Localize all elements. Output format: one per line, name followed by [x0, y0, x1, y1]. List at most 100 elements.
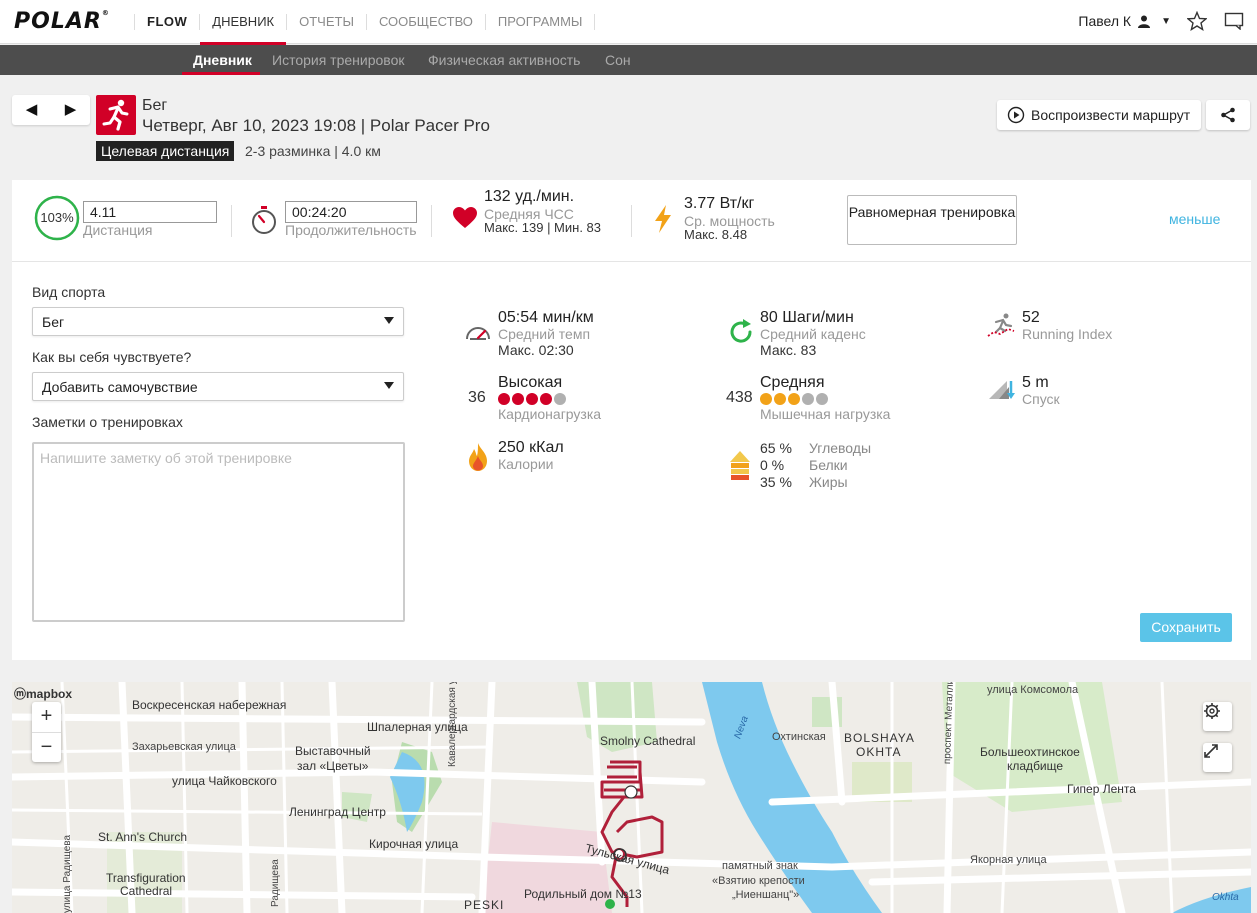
training-type-button[interactable]: Равномерная тренировка: [847, 195, 1017, 245]
notes-textarea[interactable]: [32, 442, 405, 622]
protein-percent: 0 %: [760, 457, 785, 473]
map-label: PESKI: [464, 898, 505, 912]
sport-select-value: Бег: [42, 314, 65, 330]
subnav-activity[interactable]: Физическая активность: [428, 52, 580, 68]
summary-panel: 103% 4.11 Дистанция 00:24:20 Продолжител…: [12, 180, 1251, 262]
user-name: Павел К: [1078, 13, 1132, 29]
zoom-out-button[interactable]: −: [32, 732, 61, 762]
map-label: Большеохтинское: [980, 745, 1080, 759]
running-icon: [96, 95, 136, 135]
map-label: зал «Цветы»: [297, 759, 369, 773]
replay-route-label: Воспроизвести маршрут: [1031, 107, 1191, 123]
load-dot: [802, 393, 814, 405]
save-button[interactable]: Сохранить: [1140, 613, 1232, 642]
calories-value: 250 кКал: [498, 439, 564, 456]
show-less-link[interactable]: меньше: [1169, 211, 1220, 227]
cadence-icon: [730, 319, 752, 343]
details-panel: Вид спорта Бег Как вы себя чувствуете? Д…: [12, 262, 1251, 660]
running-index-icon: [987, 313, 1015, 337]
map-label: St. Ann's Church: [98, 830, 188, 844]
subnav-sleep[interactable]: Сон: [605, 52, 631, 68]
stopwatch-icon: [252, 206, 276, 234]
feeling-select-value: Добавить самочувствие: [42, 379, 198, 395]
play-icon: [1007, 106, 1025, 124]
power-max: Макс. 8.48: [684, 227, 748, 242]
prev-session-button[interactable]: ◀: [12, 95, 51, 125]
map-label: Smolny Cathedral: [600, 734, 696, 748]
nav-community[interactable]: СООБЩЕСТВО: [365, 14, 485, 30]
map-label: памятный знак: [722, 860, 798, 872]
user-icon: [1138, 15, 1151, 28]
chevron-down-icon: [384, 382, 394, 389]
calories-label: Калории: [498, 456, 554, 472]
active-tab-underline: [182, 72, 260, 75]
map-label: Гипер Лента: [1067, 782, 1136, 796]
descent-icon: [989, 381, 1015, 399]
route-map[interactable]: ⓜmapbox Воскресенская набережная Шпалерн…: [12, 682, 1251, 913]
gear-icon: [1204, 703, 1220, 719]
sport-field-label: Вид спорта: [32, 284, 106, 300]
speedometer-icon: [466, 327, 490, 340]
avg-pace-value: 05:54 мин/км: [498, 309, 594, 326]
distance-label: Дистанция: [83, 222, 153, 238]
nav-flow[interactable]: FLOW: [134, 14, 199, 30]
load-dot: [526, 393, 538, 405]
map-label: Кирочная улица: [369, 837, 459, 851]
subnav-diary[interactable]: Дневник: [193, 52, 252, 68]
nav-programs[interactable]: ПРОГРАММЫ: [484, 14, 596, 30]
target-percent: 103%: [40, 210, 74, 225]
share-button[interactable]: [1206, 100, 1250, 130]
divider: [431, 205, 432, 237]
running-index-value: 52: [1022, 309, 1040, 326]
nav-diary[interactable]: ДНЕВНИК: [199, 14, 286, 45]
avg-pace-label: Средний темп: [498, 326, 591, 342]
load-dot: [788, 393, 800, 405]
feeling-select[interactable]: Добавить самочувствие: [32, 372, 404, 401]
muscle-load-value: Средняя: [760, 374, 825, 391]
user-menu[interactable]: Павел К ▼: [1078, 13, 1171, 29]
fat-percent: 35 %: [760, 474, 792, 490]
mapbox-logo[interactable]: ⓜmapbox: [14, 685, 72, 702]
map-label: Okhta: [1212, 892, 1239, 903]
replay-route-button[interactable]: Воспроизвести маршрут: [997, 100, 1201, 130]
map-label: Выставочный: [295, 744, 371, 758]
polar-logo[interactable]: POLAR®: [14, 9, 110, 34]
nav-reports[interactable]: ОТЧЕТЫ: [286, 14, 366, 30]
zoom-in-button[interactable]: +: [32, 702, 61, 732]
chevron-down-icon: [384, 317, 394, 324]
next-session-button[interactable]: ▶: [51, 95, 90, 125]
distance-input[interactable]: 4.11: [83, 201, 217, 223]
descent-label: Спуск: [1022, 391, 1060, 407]
map-label: Transfiguration: [106, 871, 186, 885]
map-settings-button[interactable]: [1203, 702, 1232, 731]
map-label: кладбище: [1007, 759, 1064, 773]
load-dot: [512, 393, 524, 405]
fullscreen-button[interactable]: [1203, 743, 1232, 772]
duration-input[interactable]: 00:24:20: [285, 201, 417, 223]
heart-icon: [453, 207, 477, 228]
map-label: „Ниеншанц"»: [732, 889, 800, 901]
session-sport-title: Бег: [142, 97, 168, 114]
top-navigation-bar: POLAR® FLOW ДНЕВНИК ОТЧЕТЫ СООБЩЕСТВО ПР…: [0, 0, 1257, 45]
cardio-load-number: 36: [468, 389, 486, 406]
avg-cadence-label: Средний каденс: [760, 326, 866, 342]
map-label: улица Чайковского: [172, 774, 277, 788]
target-info: 2-3 разминка | 4.0 км: [245, 143, 381, 159]
star-icon[interactable]: [1187, 11, 1207, 31]
load-dot: [774, 393, 786, 405]
sub-navigation-bar: Дневник История тренировок Физическая ак…: [0, 45, 1257, 75]
map-label: Ленинград Центр: [289, 805, 386, 819]
sport-select[interactable]: Бег: [32, 307, 404, 336]
load-dot: [498, 393, 510, 405]
map-label: Cathedral: [120, 884, 173, 898]
subnav-training-history[interactable]: История тренировок: [272, 52, 404, 68]
session-nav-buttons: ◀ ▶: [12, 95, 90, 125]
fuel-icon: [730, 451, 750, 480]
map-label: Захарьевская улица: [132, 741, 236, 753]
map-label: «Взятию крепости: [712, 875, 805, 887]
avg-cadence-value: 80 Шаги/мин: [760, 309, 854, 326]
map-label: Охтинская: [772, 731, 826, 743]
message-icon[interactable]: [1224, 12, 1244, 30]
flame-icon: [469, 443, 487, 471]
chevron-down-icon: ▼: [1161, 15, 1171, 27]
